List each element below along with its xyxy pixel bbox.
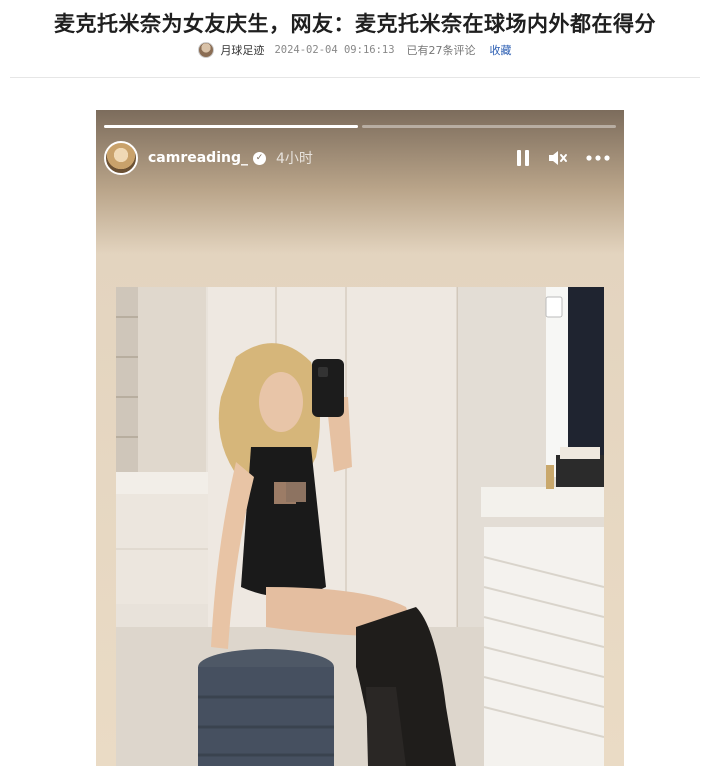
story-header: camreading_ ✓ 4小时 — [104, 140, 610, 176]
article-title: 麦克托米奈为女友庆生，网友：麦克托米奈在球场内外都在得分 — [54, 11, 656, 36]
story-progress-segment — [104, 125, 358, 128]
story-avatar[interactable] — [104, 141, 138, 175]
story-progress-segment — [362, 125, 616, 128]
header-divider — [10, 77, 700, 78]
comment-count[interactable]: 已有27条评论 — [407, 42, 476, 58]
favorite-link[interactable]: 收藏 — [490, 42, 512, 58]
story-username[interactable]: camreading_ — [148, 150, 248, 166]
more-icon[interactable] — [586, 155, 610, 161]
author-name[interactable]: 月球足迹 — [220, 42, 264, 58]
mute-icon[interactable] — [548, 149, 568, 167]
verified-badge-icon: ✓ — [253, 151, 266, 165]
pause-icon[interactable] — [516, 149, 530, 167]
author-avatar[interactable] — [198, 42, 215, 58]
story-progress — [104, 125, 616, 128]
story-photo — [116, 287, 604, 766]
story-controls — [516, 149, 610, 167]
instagram-story: camreading_ ✓ 4小时 — [96, 110, 624, 766]
story-time-ago: 4小时 — [276, 151, 313, 167]
publish-time: 2024-02-04 09:16:13 — [274, 44, 395, 56]
article-meta: 月球足迹 2024-02-04 09:16:13 已有27条评论 收藏 — [0, 42, 710, 58]
